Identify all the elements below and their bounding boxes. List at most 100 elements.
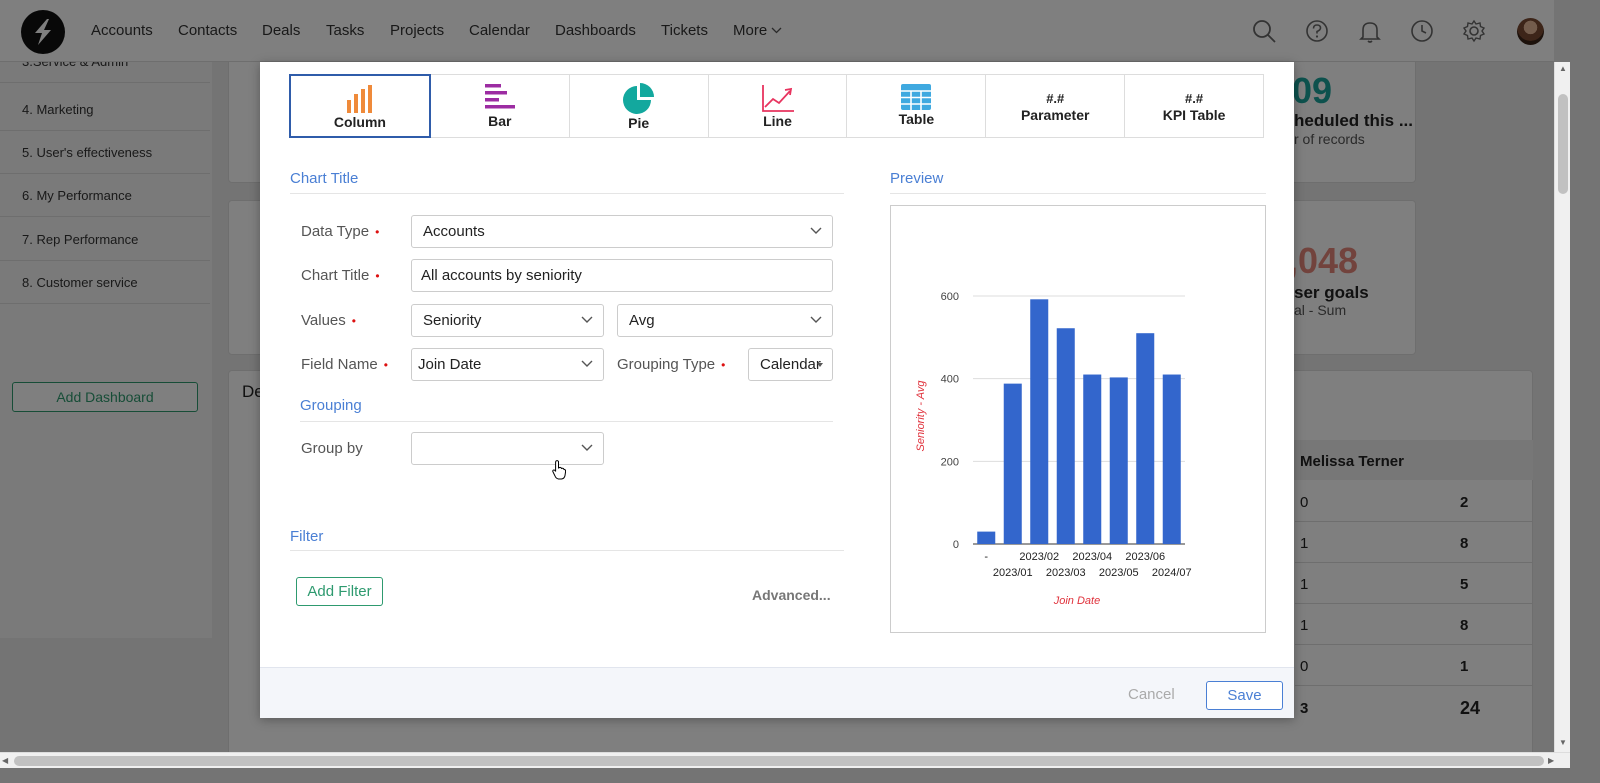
- advanced-link[interactable]: Advanced...: [752, 587, 831, 603]
- save-button[interactable]: Save: [1206, 681, 1283, 710]
- chart-type-pie[interactable]: Pie: [568, 74, 709, 138]
- chart-type-table[interactable]: Table: [846, 74, 987, 138]
- chart-title-label: Chart Title •: [301, 267, 380, 284]
- values-field-value: Seniority: [423, 312, 482, 329]
- scroll-up-arrow-icon[interactable]: ▲: [1559, 64, 1567, 73]
- kpi-table-hash-icon: #.#: [1185, 91, 1204, 106]
- chart-y-tick-label: 600: [941, 291, 959, 303]
- field-name-label-text: Field Name: [301, 356, 378, 373]
- required-marker: •: [351, 314, 356, 328]
- add-filter-button[interactable]: Add Filter: [296, 577, 383, 606]
- field-name-label: Field Name •: [301, 356, 388, 373]
- section-divider: [290, 550, 844, 551]
- field-name-value: Join Date: [418, 356, 482, 373]
- chart-title-input-field[interactable]: [421, 260, 832, 291]
- parameter-hash-icon: #.#: [1046, 91, 1065, 106]
- grouping-type-select[interactable]: Calendar: [748, 348, 833, 381]
- chart-type-column[interactable]: Column: [289, 74, 431, 138]
- chevron-down-icon: [581, 360, 593, 367]
- chevron-down-icon: [810, 227, 822, 234]
- chart-type-line[interactable]: Line: [707, 74, 848, 138]
- chart-y-axis-title: Seniority - Avg: [915, 380, 927, 452]
- chart-x-tick-label: 2023/05: [1099, 567, 1139, 579]
- chart-type-label: KPI Table: [1162, 107, 1226, 123]
- section-divider: [290, 193, 844, 194]
- chart-x-tick-label: 2023/02: [1019, 551, 1059, 563]
- chart-y-tick-label: 200: [941, 456, 959, 468]
- chart-title-input[interactable]: [411, 259, 833, 292]
- required-marker: •: [375, 269, 380, 283]
- scroll-left-arrow-icon[interactable]: ◀: [2, 756, 8, 765]
- section-chart-title: Chart Title: [290, 170, 359, 187]
- group-by-select[interactable]: [411, 432, 604, 465]
- section-filter: Filter: [290, 528, 324, 545]
- horizontal-scrollbar[interactable]: ◀ ▶: [0, 752, 1570, 768]
- chart-x-tick-label: 2023/01: [993, 567, 1033, 579]
- chart-type-label: Line: [763, 113, 792, 129]
- chart-bar: [977, 531, 996, 544]
- chart-x-tick-label: 2023/06: [1125, 551, 1165, 563]
- chart-x-axis-title: Join Date: [1053, 595, 1100, 607]
- chevron-down-icon: [581, 316, 593, 323]
- chart-y-tick-label: 0: [953, 539, 959, 551]
- chart-type-label: Bar: [488, 113, 512, 129]
- modal-footer: Cancel Save: [260, 667, 1294, 718]
- values-aggregation-value: Avg: [629, 312, 655, 329]
- values-label-text: Values: [301, 312, 346, 329]
- scroll-right-arrow-icon[interactable]: ▶: [1548, 756, 1554, 765]
- section-grouping: Grouping: [300, 397, 362, 414]
- data-type-select[interactable]: Accounts: [411, 215, 833, 248]
- chart-x-tick-label: 2023/03: [1046, 567, 1086, 579]
- required-marker: •: [383, 358, 388, 372]
- horizontal-scrollbar-thumb[interactable]: [14, 756, 1544, 766]
- pie-chart-icon: [622, 83, 654, 114]
- chart-type-selector: Column Bar Pie Line Table #.# Parameter …: [289, 74, 1265, 138]
- values-field-select[interactable]: Seniority: [411, 304, 604, 337]
- line-chart-icon: [761, 85, 794, 112]
- scroll-down-arrow-icon[interactable]: ▼: [1559, 738, 1567, 747]
- section-preview: Preview: [890, 170, 944, 187]
- data-type-label-text: Data Type: [301, 223, 370, 240]
- cancel-button[interactable]: Cancel: [1128, 686, 1175, 703]
- chart-type-label: Column: [333, 114, 386, 130]
- chart-title-label-text: Chart Title: [301, 267, 370, 284]
- table-icon: [901, 84, 932, 110]
- hand-pointer-cursor-icon: [552, 460, 566, 480]
- chart-type-bar[interactable]: Bar: [429, 74, 570, 138]
- grouping-type-value: Calendar: [760, 356, 821, 373]
- chart-editor-modal: Column Bar Pie Line Table #.# Parameter …: [260, 62, 1294, 718]
- preview-column-chart: 0 200 400 600 -2023/01 2023/02 2023/03 2023/04 2…: [915, 291, 1192, 607]
- field-name-select[interactable]: Join Date: [411, 348, 604, 381]
- column-chart-icon: [346, 85, 372, 113]
- vertical-scrollbar-thumb[interactable]: [1558, 94, 1568, 194]
- vertical-scrollbar[interactable]: ▲ ▼: [1554, 62, 1570, 752]
- chart-bar: [1056, 328, 1075, 544]
- caret-down-icon: [817, 363, 823, 367]
- chart-x-tick-label: 2023/04: [1072, 551, 1112, 563]
- bar-chart-icon: [484, 84, 515, 109]
- required-marker: •: [721, 358, 726, 372]
- chart-y-tick-label: 400: [941, 374, 959, 386]
- required-marker: •: [375, 225, 380, 239]
- chevron-down-icon: [810, 316, 822, 323]
- chart-bar: [1162, 374, 1181, 544]
- chart-bar: [1136, 333, 1155, 544]
- chart-bar: [1030, 299, 1049, 544]
- grouping-type-label-text: Grouping Type: [617, 356, 716, 373]
- chart-bar: [1109, 377, 1128, 544]
- section-divider: [890, 193, 1266, 194]
- chart-type-label: Parameter: [1020, 107, 1090, 123]
- chart-bar: [1003, 383, 1022, 544]
- chart-preview: 0 200 400 600 -2023/01 2023/02 2023/03 2023/04 2…: [890, 205, 1266, 633]
- values-aggregation-select[interactable]: Avg: [617, 304, 833, 337]
- chart-bar: [1083, 374, 1102, 544]
- group-by-label: Group by: [301, 440, 363, 457]
- chart-type-kpi-table[interactable]: #.# KPI Table: [1124, 74, 1265, 138]
- data-type-value: Accounts: [423, 223, 485, 240]
- chevron-down-icon: [581, 444, 593, 451]
- section-divider: [300, 421, 833, 422]
- chart-x-tick-label: -: [984, 551, 988, 563]
- chart-type-label: Table: [898, 111, 935, 127]
- chart-type-parameter[interactable]: #.# Parameter: [985, 74, 1126, 138]
- chart-type-label: Pie: [628, 115, 650, 131]
